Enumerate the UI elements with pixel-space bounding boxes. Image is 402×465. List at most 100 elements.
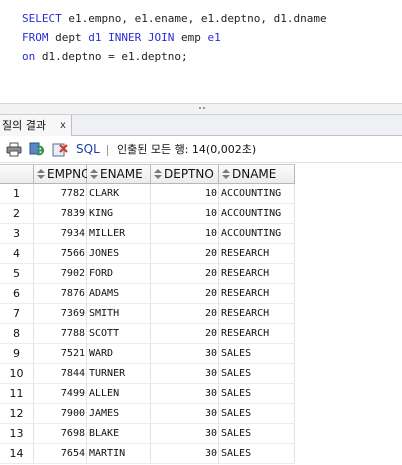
cell-deptno[interactable]: 20	[151, 304, 219, 324]
cell-dname[interactable]: ACCOUNTING	[219, 184, 295, 204]
cell-ename[interactable]: JONES	[87, 244, 151, 264]
column-header-dname[interactable]: DNAME	[219, 164, 295, 184]
row-number[interactable]: 8	[0, 324, 34, 344]
row-number[interactable]: 7	[0, 304, 34, 324]
cell-dname[interactable]: SALES	[219, 424, 295, 444]
cell-dname[interactable]: RESEARCH	[219, 304, 295, 324]
cell-deptno[interactable]: 20	[151, 264, 219, 284]
cell-ename[interactable]: JAMES	[87, 404, 151, 424]
cell-deptno[interactable]: 20	[151, 284, 219, 304]
cell-deptno[interactable]: 20	[151, 324, 219, 344]
export-icon[interactable]	[52, 142, 68, 157]
cell-ename[interactable]: BLAKE	[87, 424, 151, 444]
cell-empno[interactable]: 7788	[34, 324, 87, 344]
cell-ename[interactable]: SMITH	[87, 304, 151, 324]
row-number[interactable]: 11	[0, 384, 34, 404]
cell-ename[interactable]: KING	[87, 204, 151, 224]
table-row[interactable]: 3 7934 MILLER 10 ACCOUNTING	[0, 224, 296, 244]
cell-empno[interactable]: 7369	[34, 304, 87, 324]
table-row[interactable]: 14 7654 MARTIN 30 SALES	[0, 444, 296, 464]
cell-dname[interactable]: SALES	[219, 344, 295, 364]
row-number[interactable]: 13	[0, 424, 34, 444]
cell-empno[interactable]: 7521	[34, 344, 87, 364]
cell-ename[interactable]: MARTIN	[87, 444, 151, 464]
sql-line[interactable]: FROM dept d1 INNER JOIN emp e1	[22, 28, 327, 47]
row-number[interactable]: 3	[0, 224, 34, 244]
sql-code[interactable]: SELECT e1.empno, e1.ename, e1.deptno, d1…	[22, 9, 327, 66]
cell-dname[interactable]: RESEARCH	[219, 244, 295, 264]
cell-ename[interactable]: FORD	[87, 264, 151, 284]
table-row[interactable]: 6 7876 ADAMS 20 RESEARCH	[0, 284, 296, 304]
cell-deptno[interactable]: 10	[151, 184, 219, 204]
cell-dname[interactable]: RESEARCH	[219, 284, 295, 304]
cell-deptno[interactable]: 30	[151, 364, 219, 384]
row-number[interactable]: 6	[0, 284, 34, 304]
row-number[interactable]: 14	[0, 444, 34, 464]
sql-button[interactable]: SQL	[76, 142, 100, 157]
table-row[interactable]: 8 7788 SCOTT 20 RESEARCH	[0, 324, 296, 344]
close-icon[interactable]: x	[60, 115, 66, 136]
cell-empno[interactable]: 7839	[34, 204, 87, 224]
cell-ename[interactable]: ADAMS	[87, 284, 151, 304]
cell-dname[interactable]: SALES	[219, 444, 295, 464]
cell-deptno[interactable]: 30	[151, 424, 219, 444]
table-row[interactable]: 9 7521 WARD 30 SALES	[0, 344, 296, 364]
cell-dname[interactable]: SALES	[219, 384, 295, 404]
cell-empno[interactable]: 7499	[34, 384, 87, 404]
cell-ename[interactable]: CLARK	[87, 184, 151, 204]
cell-ename[interactable]: TURNER	[87, 364, 151, 384]
cell-empno[interactable]: 7654	[34, 444, 87, 464]
table-row[interactable]: 10 7844 TURNER 30 SALES	[0, 364, 296, 384]
cell-empno[interactable]: 7566	[34, 244, 87, 264]
cell-ename[interactable]: ALLEN	[87, 384, 151, 404]
cell-ename[interactable]: MILLER	[87, 224, 151, 244]
cell-empno[interactable]: 7782	[34, 184, 87, 204]
table-row[interactable]: 7 7369 SMITH 20 RESEARCH	[0, 304, 296, 324]
cell-dname[interactable]: SALES	[219, 364, 295, 384]
print-icon[interactable]	[6, 142, 22, 157]
row-number[interactable]: 4	[0, 244, 34, 264]
cell-deptno[interactable]: 30	[151, 384, 219, 404]
sql-editor[interactable]: SELECT e1.empno, e1.ename, e1.deptno, d1…	[0, 0, 402, 103]
cell-empno[interactable]: 7876	[34, 284, 87, 304]
cell-deptno[interactable]: 30	[151, 344, 219, 364]
sql-line[interactable]: SELECT e1.empno, e1.ename, e1.deptno, d1…	[22, 9, 327, 28]
cell-empno[interactable]: 7844	[34, 364, 87, 384]
cell-deptno[interactable]: 30	[151, 444, 219, 464]
splitter[interactable]	[0, 103, 402, 115]
table-row[interactable]: 12 7900 JAMES 30 SALES	[0, 404, 296, 424]
row-number[interactable]: 12	[0, 404, 34, 424]
column-header-deptno[interactable]: DEPTNO	[151, 164, 219, 184]
row-number[interactable]: 1	[0, 184, 34, 204]
cell-dname[interactable]: ACCOUNTING	[219, 224, 295, 244]
column-header-ename[interactable]: ENAME	[87, 164, 151, 184]
cell-deptno[interactable]: 30	[151, 404, 219, 424]
sql-line[interactable]: on d1.deptno = e1.deptno;	[22, 47, 327, 66]
refresh-icon[interactable]	[29, 142, 45, 157]
cell-ename[interactable]: WARD	[87, 344, 151, 364]
column-header-empno[interactable]: EMPNO	[34, 164, 91, 184]
cell-empno[interactable]: 7698	[34, 424, 87, 444]
cell-dname[interactable]: ACCOUNTING	[219, 204, 295, 224]
row-number[interactable]: 9	[0, 344, 34, 364]
cell-dname[interactable]: RESEARCH	[219, 264, 295, 284]
cell-empno[interactable]: 7902	[34, 264, 87, 284]
table-row[interactable]: 5 7902 FORD 20 RESEARCH	[0, 264, 296, 284]
table-row[interactable]: 11 7499 ALLEN 30 SALES	[0, 384, 296, 404]
table-row[interactable]: 13 7698 BLAKE 30 SALES	[0, 424, 296, 444]
row-number[interactable]: 2	[0, 204, 34, 224]
table-row[interactable]: 1 7782 CLARK 10 ACCOUNTING	[0, 184, 296, 204]
cell-deptno[interactable]: 10	[151, 204, 219, 224]
cell-dname[interactable]: RESEARCH	[219, 324, 295, 344]
row-number[interactable]: 5	[0, 264, 34, 284]
cell-deptno[interactable]: 10	[151, 224, 219, 244]
table-row[interactable]: 4 7566 JONES 20 RESEARCH	[0, 244, 296, 264]
cell-deptno[interactable]: 20	[151, 244, 219, 264]
cell-ename[interactable]: SCOTT	[87, 324, 151, 344]
cell-empno[interactable]: 7900	[34, 404, 87, 424]
table-row[interactable]: 2 7839 KING 10 ACCOUNTING	[0, 204, 296, 224]
cell-empno[interactable]: 7934	[34, 224, 87, 244]
cell-dname[interactable]: SALES	[219, 404, 295, 424]
row-number[interactable]: 10	[0, 364, 34, 384]
tab-query-result[interactable]: 질의 결과 x	[0, 115, 72, 136]
